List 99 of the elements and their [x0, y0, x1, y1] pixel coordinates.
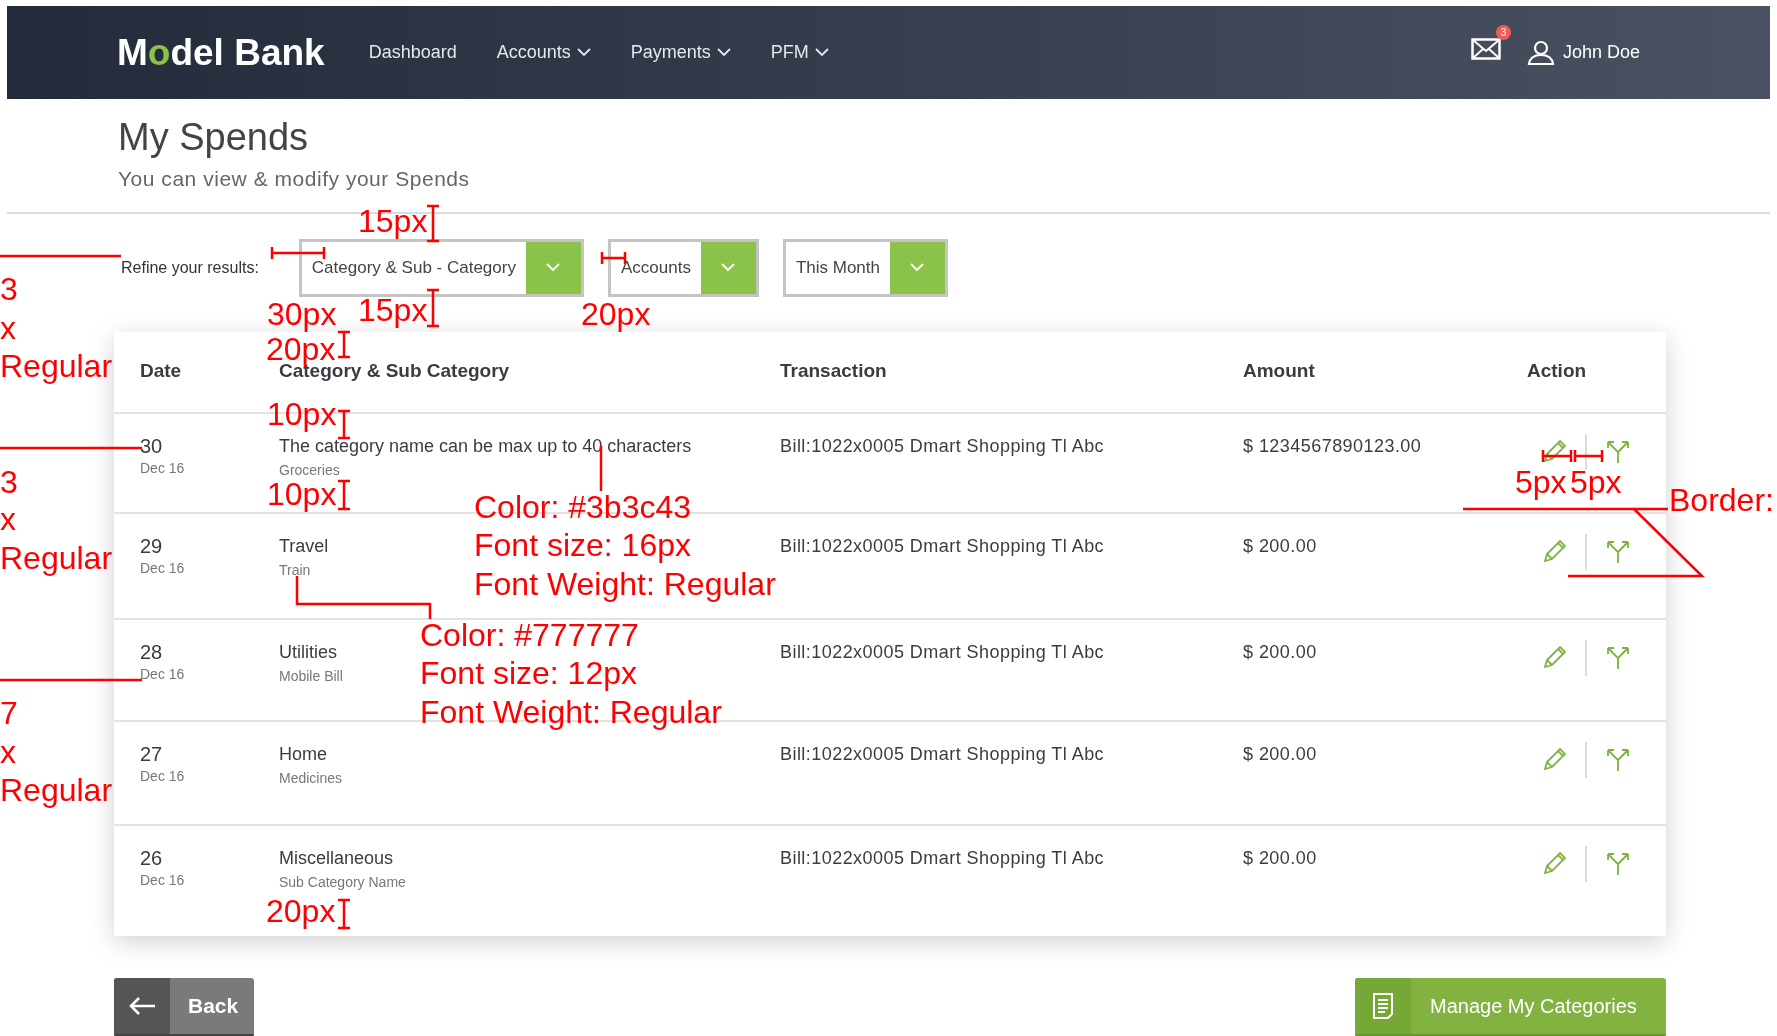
amount-cell-text: $ 200.00: [1243, 534, 1317, 558]
filter-label: Refine your results:: [121, 257, 259, 278]
chevron-down-icon: [546, 263, 561, 272]
annotation-text: 3: [0, 466, 18, 498]
annotation-text: Font size: 16px: [474, 529, 691, 561]
annotation-text: 20px: [266, 895, 336, 927]
subcategory-name: Medicines: [279, 768, 343, 788]
annotation-text: 15px: [358, 294, 428, 326]
split-arrow-icon[interactable]: [1605, 644, 1631, 671]
dimension-marker: [425, 204, 441, 243]
annotation-text: 20px: [581, 298, 651, 330]
annotation-text: x: [0, 312, 16, 344]
category-name: Miscellaneous: [279, 846, 394, 870]
amount-cell-text: $ 200.00: [1243, 742, 1317, 766]
pencil-icon[interactable]: [1541, 850, 1567, 877]
split-arrow-icon[interactable]: [1605, 746, 1631, 773]
column-header: Date: [139, 359, 183, 384]
date-day: 27: [140, 741, 163, 766]
chevron-down-icon: [721, 263, 736, 272]
amount-cell-text: $ 1234567890123.00: [1243, 434, 1422, 458]
annotation-text: Color: #777777: [420, 619, 639, 651]
user-icon: [1526, 39, 1555, 66]
dimension-marker: [425, 288, 441, 328]
nav-link[interactable]: Dashboard: [368, 39, 457, 66]
logo[interactable]: Model Bank: [117, 24, 325, 81]
user-menu[interactable]: John Doe: [1526, 39, 1640, 66]
nav-link[interactable]: Payments: [630, 39, 731, 66]
document-icon: [1372, 991, 1394, 1020]
category-name: Home: [279, 742, 327, 766]
transaction-cell-text: Bill:1022x0005 Dmart Shopping Tl Abc: [780, 434, 1105, 458]
annotation-text: 15px: [358, 205, 428, 237]
nav-link[interactable]: PFM: [770, 39, 829, 66]
annotation-text: 5px: [1570, 466, 1622, 498]
annotation-text: 3: [0, 273, 18, 305]
annotation-text: Color: #3b3c43: [474, 491, 692, 523]
annotation-text: x: [0, 503, 16, 535]
column-header: Transaction: [780, 359, 888, 384]
date-month: Dec 16: [140, 766, 185, 786]
date-month: Dec 16: [140, 664, 185, 684]
date-day: 30: [140, 433, 163, 458]
annotation-text: 30px: [267, 298, 337, 330]
annotation-text: 10px: [267, 398, 337, 430]
date-month: Dec 16: [140, 458, 185, 478]
split-arrow-icon[interactable]: [1605, 850, 1631, 877]
amount-cell-text: $ 200.00: [1243, 640, 1317, 664]
dimension-marker: [336, 409, 352, 440]
annotation-text: 10px: [267, 478, 337, 510]
chevron-down-icon: [910, 263, 925, 272]
transaction-cell-text: Bill:1022x0005 Dmart Shopping Tl Abc: [780, 846, 1105, 870]
annotation-text: Font size: 12px: [420, 657, 637, 689]
category-name: Travel: [279, 534, 329, 558]
annotation-text: Font Weight: Regular: [420, 696, 722, 728]
transaction-cell-text: Bill:1022x0005 Dmart Shopping Tl Abc: [780, 534, 1105, 558]
category-name: Utilities: [279, 640, 337, 664]
pencil-icon[interactable]: [1541, 538, 1567, 565]
annotation-text: Regular: [0, 774, 113, 806]
annotation-text: Border:: [1669, 484, 1774, 516]
split-arrow-icon[interactable]: [1605, 438, 1631, 465]
pencil-icon[interactable]: [1541, 644, 1567, 671]
dimension-marker: [270, 245, 326, 261]
date-month: Dec 16: [140, 870, 185, 890]
dropdown[interactable]: This Month: [782, 238, 948, 297]
transaction-cell-text: Bill:1022x0005 Dmart Shopping Tl Abc: [780, 640, 1105, 664]
subcategory-name: Groceries: [279, 460, 340, 480]
subcategory-name: Mobile Bill: [279, 666, 343, 686]
notification-badge: 3: [1495, 25, 1511, 40]
nav-link[interactable]: Accounts: [496, 39, 591, 66]
pencil-icon[interactable]: [1541, 746, 1567, 773]
column-header: Amount: [1243, 359, 1316, 384]
date-month: Dec 16: [140, 558, 185, 578]
annotation-text: Regular: [0, 350, 113, 382]
page-title: My Spends: [118, 115, 310, 159]
pencil-icon[interactable]: [1541, 438, 1567, 465]
left-arrow-icon: [128, 995, 156, 1016]
date-day: 28: [140, 639, 163, 664]
dimension-marker: [1541, 448, 1573, 464]
split-arrow-icon[interactable]: [1605, 538, 1631, 565]
envelope-icon: [1470, 38, 1501, 60]
dimension-marker: [336, 898, 352, 930]
annotation-text: Font Weight: Regular: [474, 568, 776, 600]
annotation-text: 5px: [1515, 466, 1567, 498]
subcategory-name: Sub Category Name: [279, 872, 406, 892]
date-day: 29: [140, 533, 163, 558]
annotation-text: 20px: [266, 333, 336, 365]
annotation-text: x: [0, 736, 16, 768]
dropdown[interactable]: Category & Sub - Category: [298, 238, 584, 297]
page-subtitle: You can view & modify your Spends: [118, 166, 471, 192]
annotation-text: 7: [0, 697, 18, 729]
dimension-marker: [1573, 448, 1604, 464]
column-header: Action: [1527, 359, 1588, 384]
dimension-marker: [336, 330, 352, 359]
amount-cell-text: $ 200.00: [1243, 846, 1317, 870]
dimension-marker: [336, 479, 352, 511]
back-button[interactable]: Back: [114, 977, 254, 1036]
annotation-text: Regular: [0, 542, 113, 574]
dropdown[interactable]: Accounts: [607, 238, 759, 297]
date-day: 26: [140, 845, 163, 870]
subcategory-name: Train: [279, 560, 311, 580]
transaction-cell-text: Bill:1022x0005 Dmart Shopping Tl Abc: [780, 742, 1105, 766]
